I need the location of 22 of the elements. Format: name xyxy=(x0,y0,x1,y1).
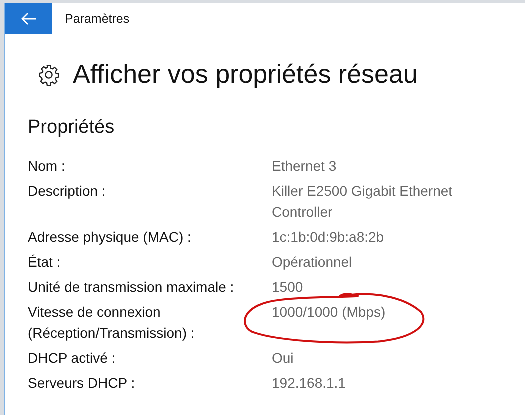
property-value: 1000/1000 (Mbps) xyxy=(272,304,386,320)
property-value: 1500 xyxy=(272,279,304,295)
property-label: État : xyxy=(28,253,62,272)
window-title: Paramètres xyxy=(65,12,130,26)
property-value: Ethernet 3 xyxy=(272,158,337,174)
settings-icon xyxy=(38,64,60,86)
section-title: Propriétés xyxy=(28,117,116,139)
property-label: Nom : xyxy=(28,157,66,176)
property-label: Vitesse de connexion (Réception/Transmission) : xyxy=(28,303,196,343)
back-arrow-icon xyxy=(20,12,36,26)
property-value: Opérationnel xyxy=(272,254,352,270)
property-value: Oui xyxy=(272,350,294,366)
back-button[interactable] xyxy=(5,3,52,34)
property-label: Serveurs DHCP : xyxy=(28,374,136,393)
page-heading: Afficher vos propriétés réseau xyxy=(73,59,418,90)
property-label: Unité de transmission maximale : xyxy=(28,278,236,297)
property-value: 192.168.1.1 xyxy=(272,375,346,391)
property-label: DHCP activé : xyxy=(28,349,117,368)
property-label: Description : xyxy=(28,182,107,201)
property-value: 1c:1b:0d:9b:a8:2b xyxy=(272,229,384,245)
property-value: Killer E2500 Gigabit Ethernet Controller xyxy=(272,183,453,220)
property-label: Adresse physique (MAC) : xyxy=(28,228,192,247)
